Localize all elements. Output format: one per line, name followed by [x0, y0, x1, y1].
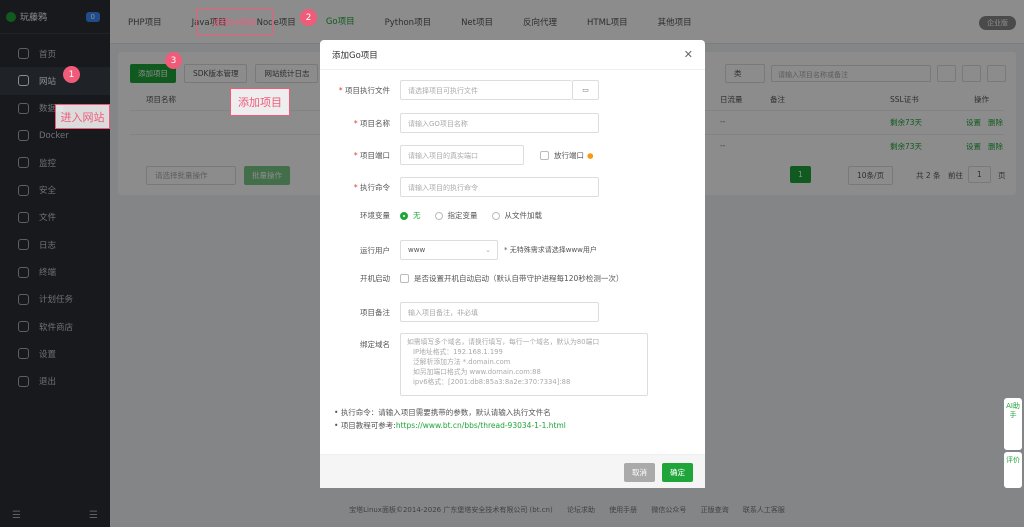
radio-label: 无 [413, 211, 421, 220]
remark-input[interactable]: 输入项目备注，非必填 [400, 302, 599, 322]
command-input[interactable]: 请输入项目的执行命令 [400, 177, 599, 197]
review-button[interactable]: 评价 [1004, 452, 1022, 488]
ai-assistant-button[interactable]: AI助手 [1004, 398, 1022, 450]
tip-2-prefix: 项目教程可参考: [340, 421, 396, 430]
remark-label: 项目备注 [360, 307, 390, 317]
tutorial-link[interactable]: https://www.bt.cn/bbs/thread-93034-1-1.h… [396, 421, 566, 430]
port-input[interactable]: 请输入项目的真实端口 [400, 145, 524, 165]
env-file-radio[interactable]: 从文件加载 [491, 210, 543, 221]
chevron-down-icon: ⌄ [485, 246, 491, 254]
allow-port-label: 放行端口 [554, 150, 584, 160]
dialog-tips: • 执行命令：请输入项目需要携带的参数，默认请输入执行文件名 • 项目教程可参考… [334, 406, 566, 432]
annotation-label-3: 添加项目 [230, 88, 290, 116]
exec-file-row: 项目执行文件 请选择项目可执行文件 ▭ [320, 80, 705, 100]
add-go-project-dialog: 添加Go项目 ✕ 项目执行文件 请选择项目可执行文件 ▭ 项目名称 请输入GO项… [320, 40, 705, 488]
env-specify-radio[interactable]: 指定变量 [434, 210, 478, 221]
placeholder-line: 如需填写多个域名，请换行填写，每行一个域名，默认为80端口 [407, 338, 600, 346]
domain-textarea[interactable]: 如需填写多个域名，请换行填写，每行一个域名，默认为80端口 IP地址格式：192… [400, 333, 648, 396]
exec-file-label: 项目执行文件 [320, 85, 400, 96]
command-row: 执行命令 请输入项目的执行命令 [320, 177, 705, 197]
placeholder-line: ipv6格式：[2001:db8:85a3:8a2e:370:7334]:88 [413, 378, 571, 386]
user-value: www [408, 246, 426, 254]
remark-row: 项目备注 输入项目备注，非必填 [320, 302, 705, 322]
port-row: 项目端口 请输入项目的真实端口 放行端口● [320, 145, 705, 165]
user-row: 运行用户 www ⌄ * 无特殊需求请选择www用户 [320, 240, 705, 260]
env-row: 环境变量 无 指定变量 从文件加载 [320, 210, 705, 221]
radio-label: 从文件加载 [504, 211, 543, 220]
name-input[interactable]: 请输入GO项目名称 [400, 113, 599, 133]
boot-checkbox[interactable]: 是否设置开机自动启动（默认自带守护进程每120秒检测一次） [400, 273, 623, 284]
env-label: 环境变量 [360, 211, 390, 220]
command-label: 执行命令 [320, 182, 400, 193]
allow-port-checkbox[interactable]: 放行端口 ● [540, 150, 594, 161]
user-label: 运行用户 [360, 245, 390, 255]
port-label: 项目端口 [320, 150, 400, 161]
tip-1-text: 执行命令：请输入项目需要携带的参数，默认请输入执行文件名 [340, 408, 551, 417]
domain-label: 绑定域名 [360, 340, 390, 349]
help-icon[interactable]: ● [587, 151, 594, 160]
annotation-step-1: 1 [63, 66, 80, 83]
dialog-footer: 取消 确定 [320, 454, 705, 488]
user-hint: * 无特殊需求请选择www用户 [504, 246, 597, 254]
name-row: 项目名称 请输入GO项目名称 [320, 113, 705, 133]
boot-label: 开机启动 [360, 274, 390, 283]
tip-1: • 执行命令：请输入项目需要携带的参数，默认请输入执行文件名 [334, 408, 551, 417]
domain-row: 绑定域名 如需填写多个域名，请换行填写，每行一个域名，默认为80端口 IP地址格… [320, 333, 705, 396]
annotation-label-2: 选择Go项目 [196, 9, 273, 35]
tip-2: • 项目教程可参考:https://www.bt.cn/bbs/thread-9… [334, 421, 566, 430]
boot-text: 是否设置开机自动启动（默认自带守护进程每120秒检测一次） [414, 274, 624, 283]
annotation-label-1: 进入网站 [55, 104, 110, 129]
placeholder-line: 泛解析添加方法 *.domain.com [413, 358, 511, 366]
cancel-button[interactable]: 取消 [624, 463, 655, 482]
placeholder-line: IP地址格式：192.168.1.199 [413, 348, 503, 356]
annotation-step-3: 3 [165, 52, 182, 69]
env-none-radio[interactable]: 无 [400, 210, 421, 221]
user-select[interactable]: www ⌄ [400, 240, 498, 260]
exec-file-input[interactable]: 请选择项目可执行文件 [400, 80, 572, 100]
close-icon[interactable]: ✕ [684, 48, 693, 61]
annotation-step-2: 2 [300, 9, 317, 26]
folder-icon[interactable]: ▭ [572, 80, 599, 100]
dialog-title: 添加Go项目 [320, 40, 705, 70]
confirm-button[interactable]: 确定 [662, 463, 693, 482]
boot-row: 开机启动 是否设置开机自动启动（默认自带守护进程每120秒检测一次） [320, 273, 705, 284]
placeholder-line: 如另加端口格式为 www.domain.com:88 [413, 368, 541, 376]
radio-label: 指定变量 [447, 211, 478, 220]
name-label: 项目名称 [320, 118, 400, 129]
